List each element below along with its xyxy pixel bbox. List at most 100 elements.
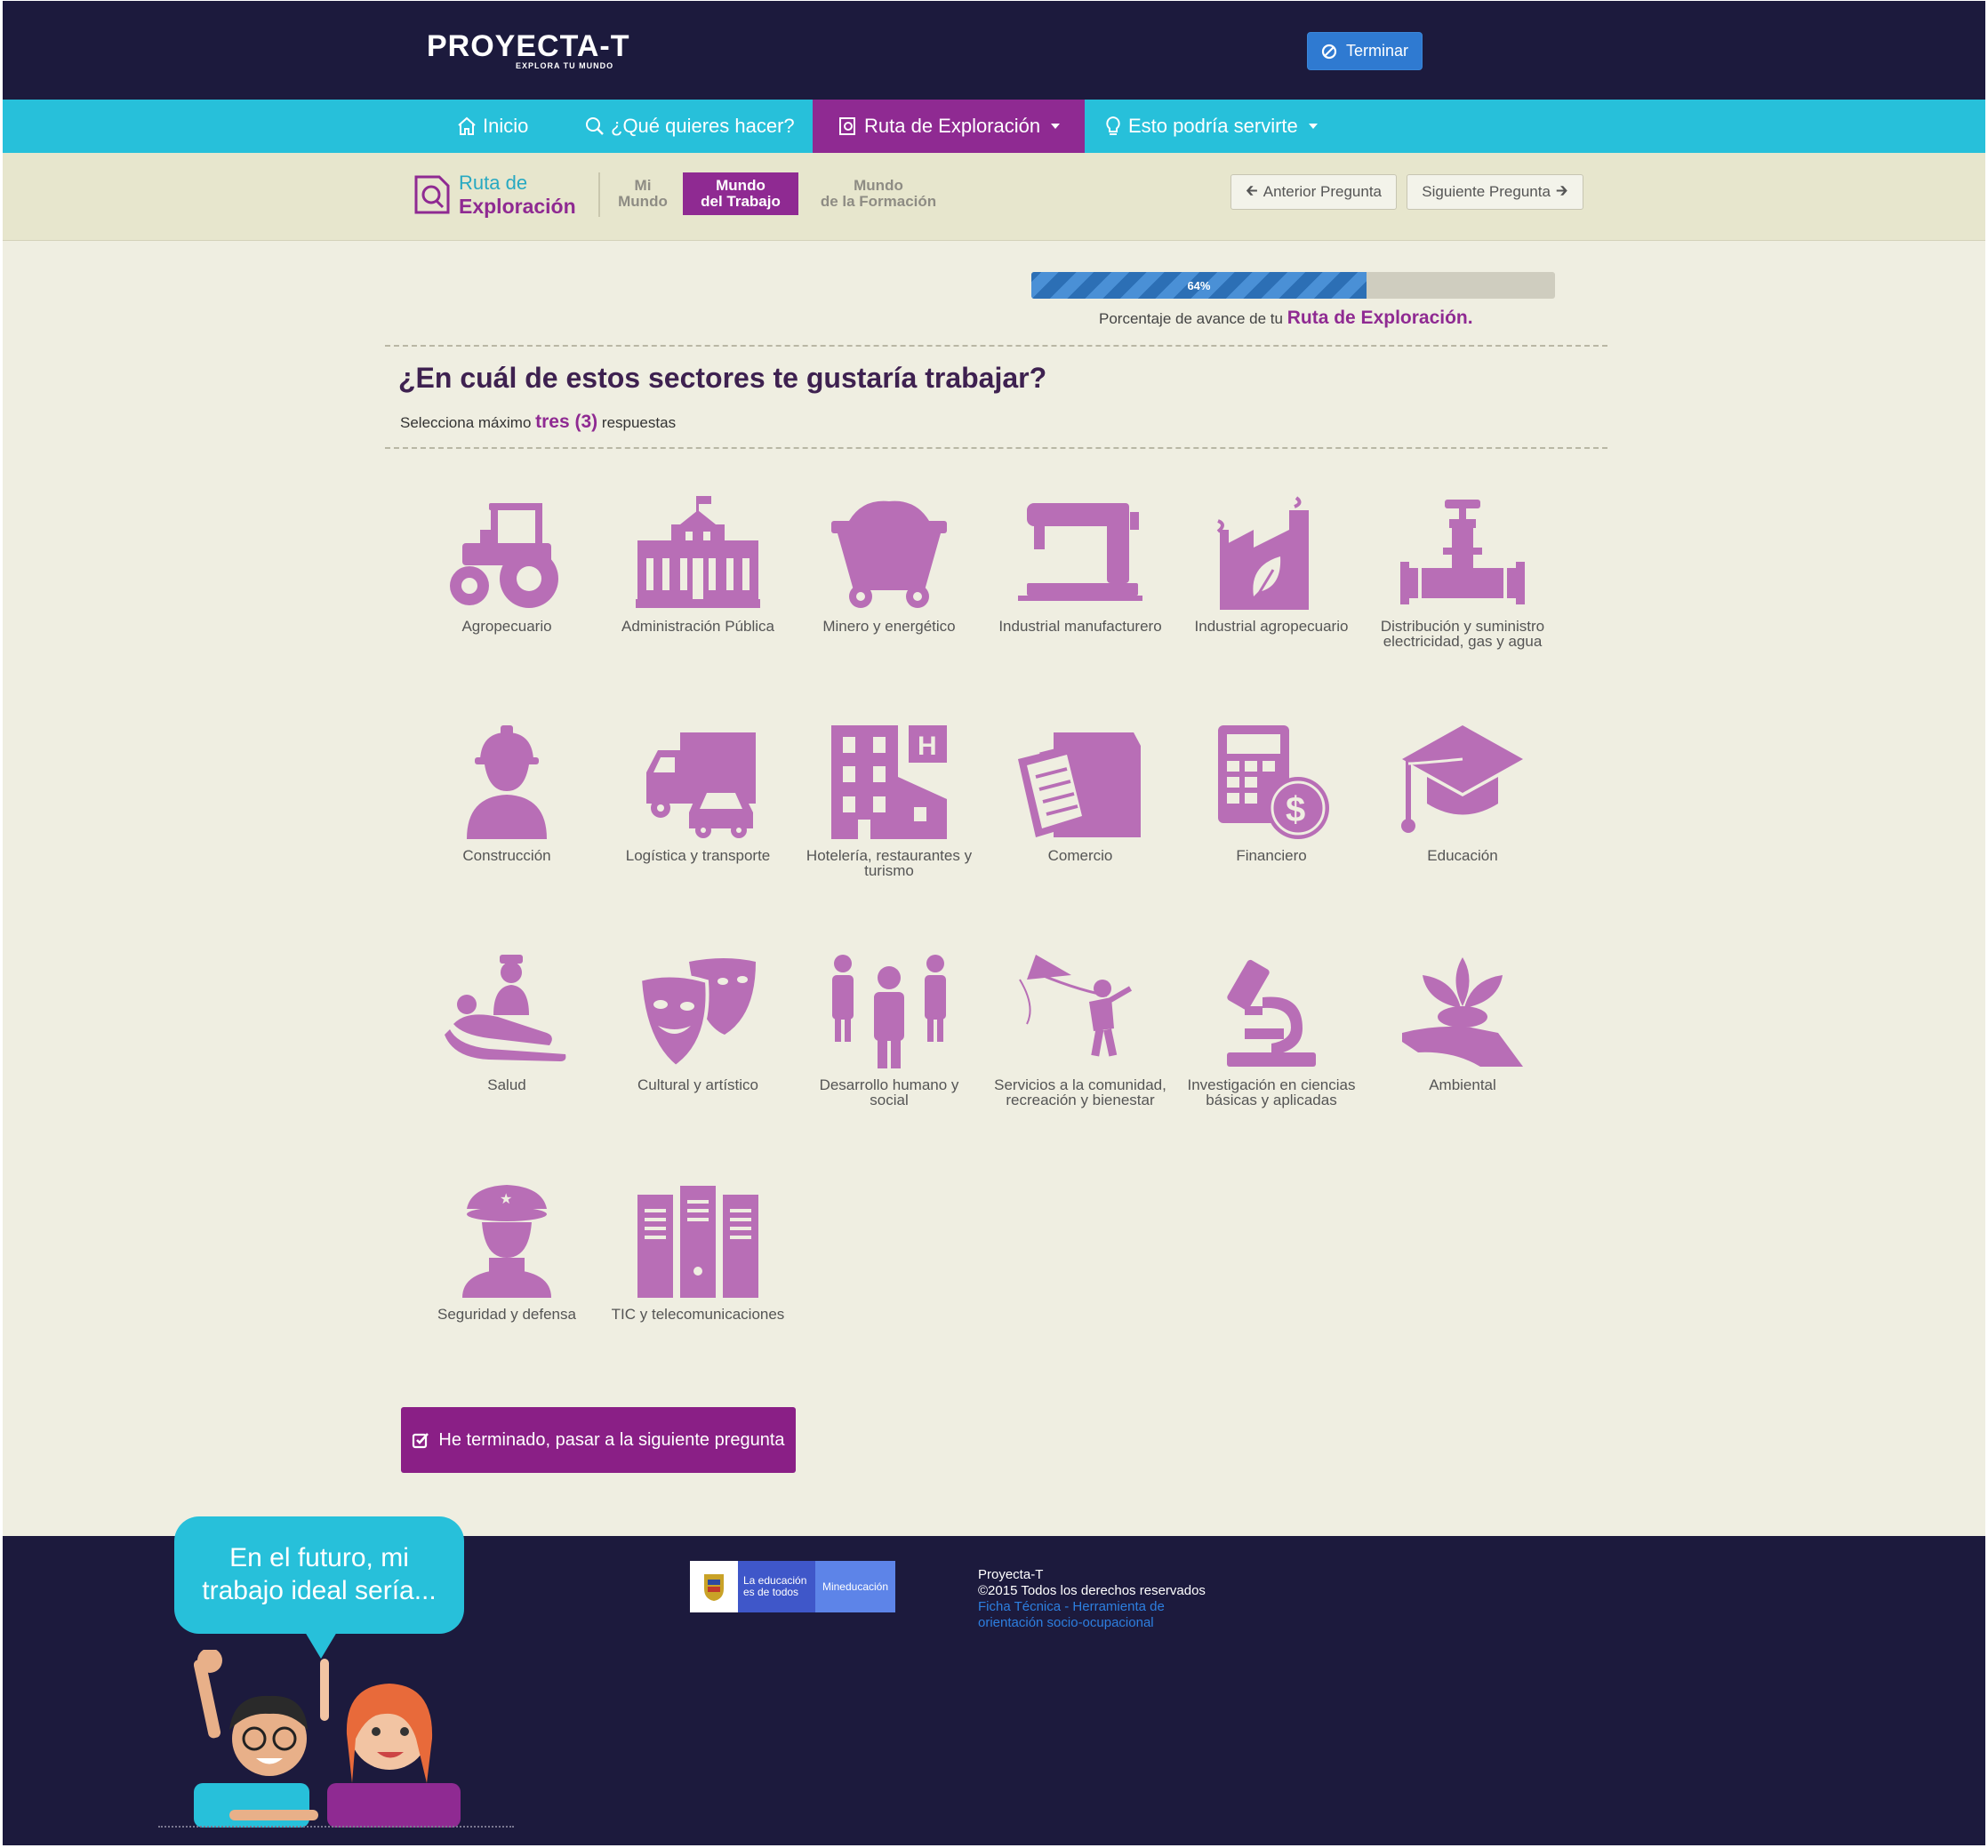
nav-item-label: Inicio [483,115,529,137]
police-officer-icon: ★ [462,1185,551,1298]
calculator-dollar-icon: $ [1218,725,1329,839]
sector-hoteleria-turismo[interactable]: H Hotelería, restaurantes y turismo [800,724,978,878]
tab-label: Mi [634,177,652,194]
sector-label: Seguridad y defensa [437,1306,576,1323]
speech-bubble: En el futuro, mi trabajo ideal sería... [174,1516,464,1634]
sector-label: Hotelería, restaurantes y turismo [806,847,973,879]
truck-car-icon [646,732,756,838]
sector-tic-telecomunicaciones[interactable]: TIC y telecomunicaciones [609,1182,787,1322]
tab-label: de la Formación [820,193,937,210]
footer-copyright: ©2015 Todos los derechos reservados [978,1583,1206,1598]
proyecta-t-logo[interactable]: PROYECTA-T EXPLORA TU MUNDO [427,28,667,72]
sector-salud[interactable]: Salud [418,953,596,1092]
sewing-machine-icon [1018,503,1142,601]
sector-label: TIC y telecomunicaciones [611,1306,785,1323]
sector-label: Comercio [1047,847,1113,864]
nav-item-inicio[interactable]: Inicio [456,100,528,153]
speech-bubble-line1: En el futuro, mi [229,1543,409,1572]
nav-item-que-quieres-hacer[interactable]: ¿Qué quieres hacer? [584,100,795,153]
chevron-down-icon [1051,124,1061,129]
previous-question-button[interactable]: 🡰 Anterior Pregunta [1230,174,1397,210]
sector-ambiental[interactable]: Ambiental [1374,953,1551,1092]
finish-button[interactable]: Terminar [1307,32,1423,70]
top-bar: PROYECTA-T EXPLORA TU MUNDO Terminar [3,1,1985,100]
chevron-down-icon [1308,124,1318,129]
tab-mundo-de-la-formacion[interactable]: Mundo de la Formación [807,172,950,215]
page: PROYECTA-T EXPLORA TU MUNDO Terminar Ini… [3,1,1985,1845]
sector-logistica-transporte[interactable]: Logística y transporte [609,724,787,863]
finish-button-label: Terminar [1345,42,1408,60]
sector-financiero[interactable]: $ Financiero [1182,724,1360,863]
svg-text:$: $ [1286,790,1305,829]
tab-label: Mundo [716,177,766,194]
footer-info: Proyecta-T ©2015 Todos los derechos rese… [978,1567,1206,1631]
footer-ficha-tecnica-link[interactable]: Ficha Técnica - Herramienta de orientaci… [978,1599,1191,1631]
nav-item-esto-podria-servirte[interactable]: Esto podría servirte [1103,100,1318,153]
sector-label: Minero y energético [822,618,956,635]
main-nav: Inicio ¿Qué quieres hacer? Ruta de Explo… [3,100,1985,153]
sector-industrial-manufacturero[interactable]: Industrial manufacturero [991,494,1169,634]
next-question-button[interactable]: Siguiente Pregunta 🡲 [1407,174,1583,210]
svg-text:★: ★ [500,1190,512,1207]
svg-text:EXPLORA TU MUNDO: EXPLORA TU MUNDO [516,61,613,70]
hand-plant-icon [1402,957,1523,1067]
tab-label: Mundo [618,193,668,210]
sector-seguridad-defensa[interactable]: ★ Seguridad y defensa [418,1182,596,1322]
divider [598,172,600,217]
divider [158,1826,514,1828]
pipe-valve-icon [1400,500,1525,604]
sector-administracion-publica[interactable]: Administración Pública [609,494,787,634]
tab-label: Mundo [854,177,903,194]
people-group-icon [832,955,946,1068]
patient-nurse-icon [445,955,566,1061]
mineducacion-logo[interactable]: La educación es de todos Mineducación [690,1561,895,1612]
tab-mundo-del-trabajo[interactable]: Mundo del Trabajo [683,172,798,215]
nav-item-ruta-de-exploracion[interactable]: Ruta de Exploración [813,100,1086,153]
mineducacion-slogan-line2: es de todos [743,1586,799,1598]
kite-child-icon [1019,955,1133,1057]
footer-site-name: Proyecta-T [978,1567,1044,1582]
sector-label: Educación [1427,847,1498,864]
logo-graphic: PROYECTA-T EXPLORA TU MUNDO [427,29,629,70]
instruction-text: respuestas [601,414,677,431]
route-section-title: Ruta de Exploración [413,172,576,218]
factory-leaf-icon [1216,496,1309,610]
question-instruction: Selecciona máximo tres (3) respuestas [400,412,676,433]
sector-label: Salud [487,1076,526,1093]
sector-cultural-artistico[interactable]: Cultural y artístico [609,953,787,1092]
sector-investigacion-ciencias[interactable]: Investigación en ciencias básicas y apli… [1182,953,1360,1108]
kids-illustration [194,1650,461,1828]
server-racks-icon [637,1186,758,1298]
sector-label: Construcción [462,847,551,864]
finish-question-button[interactable]: He terminado, pasar a la siguiente pregu… [401,1407,796,1473]
sector-label: Logística y transporte [625,847,771,864]
graduation-cap-icon [1401,725,1523,833]
sector-label: Distribución y suministro electricidad, … [1380,618,1545,650]
sector-construccion[interactable]: Construcción [418,724,596,863]
lightbulb-icon [1106,116,1120,135]
mineducacion-slogan: La educación es de todos [738,1561,815,1612]
tab-mi-mundo[interactable]: Mi Mundo [611,172,675,215]
sector-educacion[interactable]: Educación [1374,724,1551,863]
question-title: ¿En cuál de estos sectores te gustaría t… [398,362,1047,394]
sector-servicios-comunidad[interactable]: Servicios a la comunidad, recreación y b… [991,953,1169,1108]
nav-item-label: ¿Qué quieres hacer? [611,115,795,137]
theater-masks-icon [637,958,756,1068]
instruction-text: Selecciona máximo [400,414,532,431]
sector-label: Financiero [1236,847,1307,864]
sector-label: Industrial agropecuario [1194,618,1349,635]
sector-agropecuario[interactable]: Agropecuario [418,494,596,634]
mine-cart-icon [831,500,947,608]
sector-desarrollo-humano[interactable]: Desarrollo humano y social [800,953,978,1108]
sector-industrial-agropecuario[interactable]: Industrial agropecuario [1182,494,1360,634]
sector-label: Administración Pública [621,618,774,635]
search-icon [586,117,604,135]
sector-minero-energetico[interactable]: Minero y energético [800,494,978,634]
progress-caption: Porcentaje de avance de tu Ruta de Explo… [1099,308,1473,329]
instruction-highlight: tres (3) [535,412,598,432]
mineducacion-brand: Mineducación [815,1561,895,1612]
sector-distribucion-suministro[interactable]: Distribución y suministro electricidad, … [1374,494,1551,649]
svg-text:PROYECTA-T: PROYECTA-T [427,29,629,63]
sector-label: Desarrollo humano y social [819,1076,959,1108]
sector-comercio[interactable]: Comercio [991,724,1169,863]
